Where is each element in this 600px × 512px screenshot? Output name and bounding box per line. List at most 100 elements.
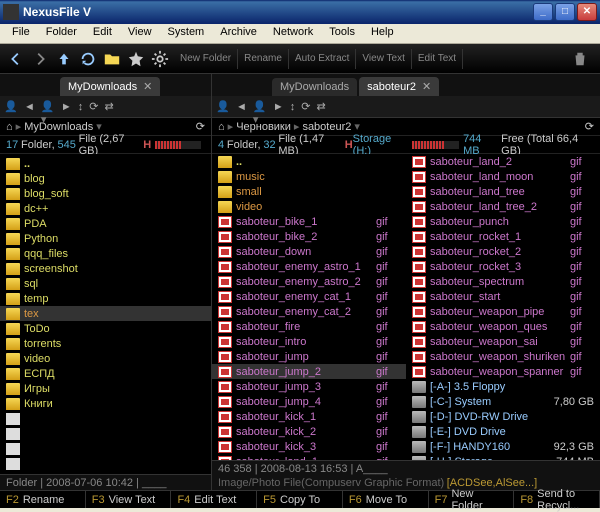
refresh-icon[interactable] (78, 49, 98, 69)
list-item[interactable]: saboteur_kick_3gif (212, 439, 406, 454)
list-item[interactable]: saboteur_introgif (212, 334, 406, 349)
fkey-f4[interactable]: F4Edit Text (171, 491, 257, 508)
trash-icon[interactable] (570, 49, 590, 69)
nav-swap-icon[interactable]: ⇄ (317, 100, 326, 113)
list-item[interactable]: saboteur_bike_2gif (212, 229, 406, 244)
nav-person2-icon[interactable]: 👤▾ (41, 100, 55, 114)
list-item[interactable]: saboteur_punchgif (406, 214, 600, 229)
list-item[interactable]: Игры (0, 381, 211, 396)
maximize-button[interactable]: □ (555, 3, 575, 21)
list-item[interactable]: [-C-] System7,80 GB (406, 394, 600, 409)
right-filelist[interactable]: ..musicsmallvideosaboteur_bike_1gifsabot… (212, 154, 600, 460)
list-item[interactable]: blog_soft (0, 186, 211, 201)
forward-icon[interactable] (30, 49, 50, 69)
list-item[interactable]: saboteur_weapon_pipegif (406, 304, 600, 319)
list-item[interactable]: saboteur_rocket_3gif (406, 259, 600, 274)
fkey-f7[interactable]: F7New Folder (429, 491, 515, 508)
list-item[interactable]: saboteur_rocket_1gif (406, 229, 600, 244)
list-item[interactable]: dc++ (0, 201, 211, 216)
list-item[interactable]: saboteur_jumpgif (212, 349, 406, 364)
nav-swap-icon[interactable]: ⇄ (105, 100, 114, 113)
nav-up-icon[interactable]: ↕ (78, 101, 84, 113)
list-item[interactable]: [-A-] 3.5 Floppy (406, 379, 600, 394)
nav-person-icon[interactable]: 👤 (4, 100, 18, 114)
close-button[interactable]: ✕ (577, 3, 597, 21)
list-item[interactable]: saboteur_enemy_astro_2gif (212, 274, 406, 289)
list-item[interactable]: ToDo (0, 321, 211, 336)
nav-right-icon[interactable]: ► (61, 101, 72, 113)
list-item[interactable]: ЕСПД (0, 366, 211, 381)
list-item[interactable]: PDA (0, 216, 211, 231)
menu-file[interactable]: File (4, 24, 38, 43)
list-item[interactable]: saboteur_land_2gif (406, 154, 600, 169)
list-item[interactable]: qqq_files (0, 246, 211, 261)
menu-network[interactable]: Network (265, 24, 321, 43)
menu-system[interactable]: System (160, 24, 213, 43)
list-item[interactable]: small (212, 184, 406, 199)
fkey-f2[interactable]: F2Rename (0, 491, 86, 508)
list-item[interactable]: saboteur_kick_2gif (212, 424, 406, 439)
nav-person2-icon[interactable]: 👤▾ (253, 100, 267, 114)
list-item[interactable]: signatureasc (0, 441, 211, 456)
nav-refresh-icon[interactable]: ⟳ (301, 100, 310, 113)
list-item[interactable]: in_mad_0.15.1_dll7z (0, 426, 211, 441)
list-item[interactable]: music (212, 169, 406, 184)
toolbar-view-text[interactable]: View Text (356, 49, 411, 69)
list-item[interactable]: torrents (0, 336, 211, 351)
nav-right-icon[interactable]: ► (273, 101, 284, 113)
titlebar[interactable]: NexusFile V _ □ ✕ (0, 0, 600, 24)
list-item[interactable]: saboteur_jump_2gif (212, 364, 406, 379)
list-item[interactable]: saboteur_weapon_shurikengif (406, 349, 600, 364)
list-item[interactable]: aimp_winamp_dec7z (0, 411, 211, 426)
list-item[interactable]: video (212, 199, 406, 214)
left-filelist[interactable]: ..blogblog_softdc++PDAPythonqqq_filesscr… (0, 154, 211, 474)
up-icon[interactable] (54, 49, 74, 69)
list-item[interactable]: saboteur_downgif (212, 244, 406, 259)
list-item[interactable]: screenshot (0, 261, 211, 276)
menu-view[interactable]: View (120, 24, 160, 43)
list-item[interactable]: saboteur_rocket_2gif (406, 244, 600, 259)
list-item[interactable]: saboteur_enemy_cat_2gif (212, 304, 406, 319)
fkey-f3[interactable]: F3View Text (86, 491, 172, 508)
close-icon[interactable]: ✕ (422, 80, 431, 93)
toolbar-edit-text[interactable]: Edit Text (412, 49, 463, 69)
list-item[interactable]: stardict-mueller7-2.4.2....bz2 (0, 456, 211, 471)
path-segment[interactable]: Черновики (236, 121, 291, 133)
nav-left-icon[interactable]: ◄ (236, 101, 247, 113)
tab-mydownloads-inactive[interactable]: MyDownloads (272, 78, 357, 96)
list-item[interactable]: saboteur_weapon_spannergif (406, 364, 600, 379)
menu-help[interactable]: Help (363, 24, 402, 43)
fkey-f8[interactable]: F8Send to Recycl... (514, 491, 600, 508)
back-icon[interactable] (6, 49, 26, 69)
home-icon[interactable]: ⌂ (6, 121, 13, 133)
list-item[interactable]: [-F-] HANDY16092,3 GB (406, 439, 600, 454)
home-icon[interactable]: ⌂ (218, 121, 225, 133)
list-item[interactable]: saboteur_jump_4gif (212, 394, 406, 409)
list-item[interactable]: saboteur_enemy_astro_1gif (212, 259, 406, 274)
list-item[interactable]: saboteur_land_tree_2gif (406, 199, 600, 214)
list-item[interactable]: saboteur_enemy_cat_1gif (212, 289, 406, 304)
nav-left-icon[interactable]: ◄ (24, 101, 35, 113)
list-item[interactable]: saboteur_firegif (212, 319, 406, 334)
list-item[interactable]: temp (0, 291, 211, 306)
menu-folder[interactable]: Folder (38, 24, 85, 43)
list-item[interactable]: saboteur_land_treegif (406, 184, 600, 199)
list-item[interactable]: saboteur_land_moongif (406, 169, 600, 184)
star-icon[interactable] (126, 49, 146, 69)
menu-edit[interactable]: Edit (85, 24, 120, 43)
list-item[interactable]: saboteur_kick_1gif (212, 409, 406, 424)
list-item[interactable]: saboteur_startgif (406, 289, 600, 304)
gear-icon[interactable] (150, 49, 170, 69)
close-icon[interactable]: ✕ (143, 80, 152, 93)
toolbar-new-folder[interactable]: New Folder (174, 49, 238, 69)
list-item[interactable]: blog (0, 171, 211, 186)
nav-refresh-icon[interactable]: ⟳ (89, 100, 98, 113)
list-item[interactable]: [-D-] DVD-RW Drive (406, 409, 600, 424)
list-item[interactable]: saboteur_spectrumgif (406, 274, 600, 289)
refresh-icon[interactable]: ⟳ (585, 120, 594, 133)
nav-up-icon[interactable]: ↕ (290, 101, 296, 113)
nav-person-icon[interactable]: 👤 (216, 100, 230, 114)
minimize-button[interactable]: _ (533, 3, 553, 21)
refresh-icon[interactable]: ⟳ (196, 120, 205, 133)
list-item[interactable]: [-E-] DVD Drive (406, 424, 600, 439)
